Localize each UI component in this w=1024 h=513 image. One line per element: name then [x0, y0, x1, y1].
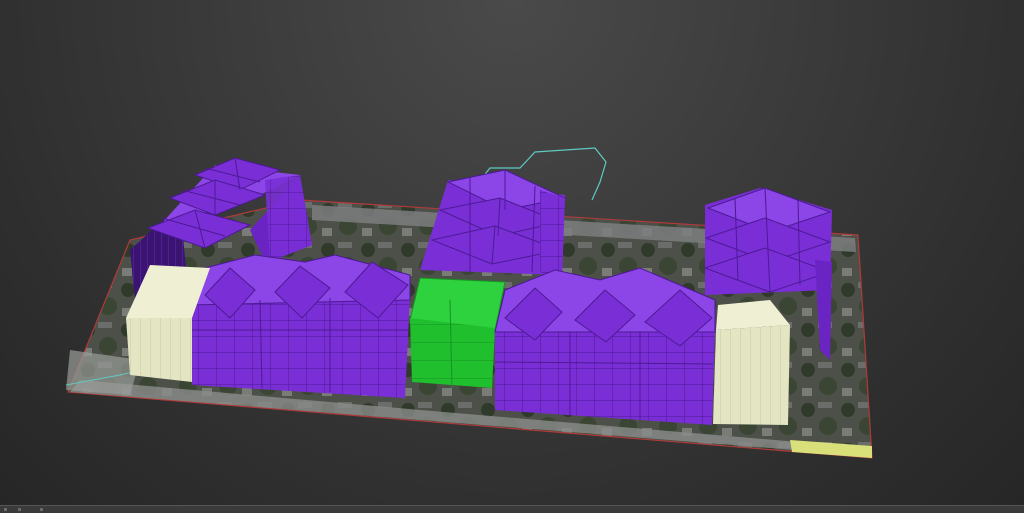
strip-marker [4, 508, 7, 511]
cream-block-east[interactable] [713, 300, 790, 425]
building-block-south-west[interactable] [189, 254, 411, 398]
building-block-north-center[interactable] [420, 169, 567, 278]
viewport-3d[interactable] [0, 0, 1024, 513]
status-strip [0, 505, 1024, 513]
strip-marker [18, 508, 21, 511]
building-block-selected[interactable] [409, 277, 506, 389]
building-block-south-east[interactable] [494, 267, 716, 425]
scene-canvas[interactable] [0, 0, 1024, 505]
strip-marker [40, 508, 43, 511]
